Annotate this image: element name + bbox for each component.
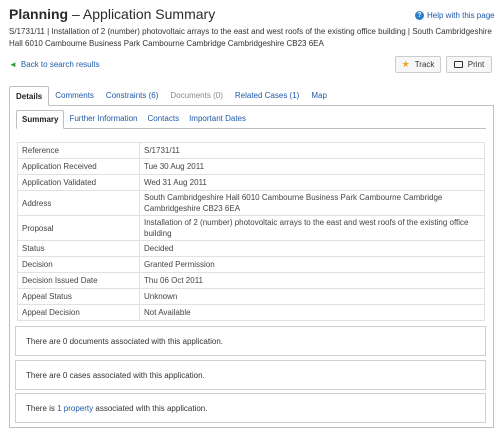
subtab-important-dates[interactable]: Important Dates bbox=[184, 110, 251, 129]
detail-row: Status Decided bbox=[17, 240, 485, 257]
print-button-label: Print bbox=[467, 60, 485, 69]
detail-row: Appeal Decision Not Available bbox=[17, 304, 485, 321]
track-button[interactable]: ★ Track bbox=[395, 56, 441, 73]
detail-value: Installation of 2 (number) photovoltaic … bbox=[139, 215, 485, 241]
page-title-rest: – Application Summary bbox=[68, 6, 216, 22]
detail-value: Not Available bbox=[139, 304, 485, 321]
sub-tabs: Summary Further Information Contacts Imp… bbox=[16, 110, 486, 129]
property-link[interactable]: 1 property bbox=[57, 404, 93, 413]
back-to-search-label: Back to search results bbox=[20, 60, 100, 69]
application-summary-line: S/1731/11 | Installation of 2 (number) p… bbox=[9, 27, 492, 48]
help-link[interactable]: ? Help with this page bbox=[415, 11, 495, 20]
property-info-suffix: associated with this application. bbox=[93, 403, 208, 413]
subtab-divider bbox=[16, 128, 486, 129]
cases-info-text: There are 0 cases associated with this a… bbox=[26, 370, 205, 380]
detail-row: Reference S/1731/11 bbox=[17, 142, 485, 159]
detail-value: Thu 06 Oct 2011 bbox=[139, 272, 485, 289]
cases-info-box: There are 0 cases associated with this a… bbox=[15, 360, 486, 390]
subtab-contacts[interactable]: Contacts bbox=[143, 110, 185, 129]
tab-documents[interactable]: Documents (0) bbox=[164, 86, 228, 106]
tab-details[interactable]: Details bbox=[9, 86, 50, 106]
tab-constraints[interactable]: Constraints (6) bbox=[100, 86, 164, 106]
detail-value: Unknown bbox=[139, 288, 485, 305]
detail-key: Application Validated bbox=[17, 174, 140, 191]
detail-key: Application Received bbox=[17, 158, 140, 175]
detail-value: S/1731/11 bbox=[139, 142, 485, 159]
detail-key: Appeal Decision bbox=[17, 304, 140, 321]
documents-info-text: There are 0 documents associated with th… bbox=[26, 336, 223, 346]
detail-value: Wed 31 Aug 2011 bbox=[139, 174, 485, 191]
detail-key: Status bbox=[17, 240, 140, 257]
application-details-table: Reference S/1731/11 Application Received Tu… bbox=[17, 142, 485, 321]
detail-value: Granted Permission bbox=[139, 256, 485, 273]
page-title: Planning – Application Summary bbox=[9, 6, 215, 22]
help-icon: ? bbox=[415, 11, 424, 20]
detail-row: Appeal Status Unknown bbox=[17, 288, 485, 305]
detail-row: Address South Cambridgeshire Hall 6010 Ca… bbox=[17, 190, 485, 216]
documents-info-box: There are 0 documents associated with th… bbox=[15, 326, 486, 356]
property-info-prefix: There is bbox=[26, 403, 58, 413]
tab-related-cases[interactable]: Related Cases (1) bbox=[229, 86, 305, 106]
back-to-search-link[interactable]: ◄ Back to search results bbox=[9, 60, 100, 69]
help-link-label: Help with this page bbox=[427, 11, 495, 20]
star-icon: ★ bbox=[401, 59, 410, 69]
detail-row: Application Received Tue 30 Aug 2011 bbox=[17, 158, 485, 175]
detail-key: Appeal Status bbox=[17, 288, 140, 305]
page-title-bold: Planning bbox=[9, 6, 69, 22]
detail-value: Decided bbox=[139, 240, 485, 257]
detail-key: Decision Issued Date bbox=[17, 272, 140, 289]
tab-map[interactable]: Map bbox=[305, 86, 333, 106]
detail-key: Proposal bbox=[17, 215, 140, 241]
print-button[interactable]: Print bbox=[446, 56, 492, 73]
detail-key: Address bbox=[17, 190, 140, 216]
track-button-label: Track bbox=[414, 60, 435, 69]
detail-row: Application Validated Wed 31 Aug 2011 bbox=[17, 174, 485, 191]
arrow-left-icon: ◄ bbox=[9, 60, 17, 69]
subtab-further-information[interactable]: Further Information bbox=[64, 110, 142, 129]
detail-key: Reference bbox=[17, 142, 140, 159]
tab-comments[interactable]: Comments bbox=[49, 86, 100, 106]
detail-value: Tue 30 Aug 2011 bbox=[139, 158, 485, 175]
detail-key: Decision bbox=[17, 256, 140, 273]
detail-row: Proposal Installation of 2 (number) photo… bbox=[17, 215, 485, 241]
printer-icon bbox=[453, 61, 463, 68]
detail-row: Decision Granted Permission bbox=[17, 256, 485, 273]
subtab-summary[interactable]: Summary bbox=[16, 110, 65, 129]
property-info-box: There is 1 property associated with this… bbox=[15, 393, 486, 423]
detail-row: Decision Issued Date Thu 06 Oct 2011 bbox=[17, 272, 485, 289]
main-tabs: Details Comments Constraints (6) Documen… bbox=[9, 86, 333, 106]
detail-value: South Cambridgeshire Hall 6010 Cambourne… bbox=[139, 190, 485, 216]
